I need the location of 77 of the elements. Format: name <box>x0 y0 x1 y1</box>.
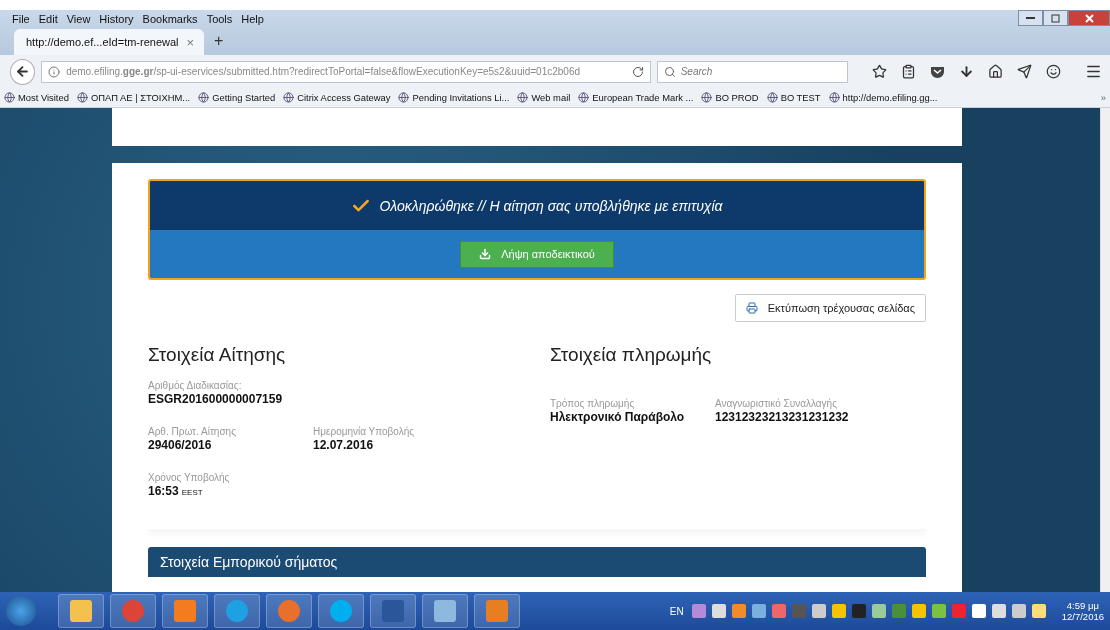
scrollbar[interactable] <box>1100 108 1110 592</box>
field-label: Αρθ. Πρωτ. Αίτησης <box>148 426 237 437</box>
globe-icon <box>517 92 529 103</box>
taskbar-app-button[interactable] <box>370 594 416 628</box>
start-button[interactable] <box>6 596 36 626</box>
printer-icon <box>745 302 758 314</box>
browser-tab[interactable]: http://demo.ef...eId=tm-renewal × <box>14 29 204 55</box>
time-zone: EEST <box>181 488 203 497</box>
bookmark-item[interactable]: European Trade Mark ... <box>578 92 694 103</box>
back-button[interactable] <box>10 58 36 85</box>
info-icon <box>48 65 61 78</box>
more-bookmarks-button[interactable]: » <box>1100 92 1106 103</box>
download-icon <box>479 248 492 260</box>
field-label: Αναγνωριστικό Συναλλαγής <box>715 398 838 409</box>
new-tab-button[interactable]: + <box>214 32 224 55</box>
taskbar-app-button[interactable] <box>58 594 104 628</box>
section-title: Στοιχεία Εμπορικού σήματος <box>160 554 338 570</box>
field-label: Αριθμός Διαδικασίας: <box>148 380 243 391</box>
success-message: Ολοκληρώθηκε // Η αίτηση σας υποβλήθηκε με επιτυχία <box>379 197 723 214</box>
bookmark-item[interactable]: BO TEST <box>766 92 821 103</box>
close-button[interactable] <box>1068 10 1110 26</box>
menu-item[interactable]: View <box>66 12 91 25</box>
field-value: 29406/2016 <box>148 438 212 452</box>
paper-plane-icon[interactable] <box>1017 64 1032 79</box>
menu-item[interactable]: Bookmarks <box>142 12 198 25</box>
globe-icon <box>398 92 410 103</box>
globe-icon <box>766 92 778 103</box>
menu-item[interactable]: Edit <box>38 12 58 25</box>
taskbar-app-button[interactable] <box>422 594 468 628</box>
pocket-icon[interactable] <box>930 64 945 79</box>
bookmark-item[interactable]: Citrix Access Gateway <box>283 92 391 103</box>
bookmark-item[interactable]: BO PROD <box>701 92 759 103</box>
field-value: 12312323213231231232 <box>715 410 849 424</box>
star-icon[interactable] <box>872 64 887 79</box>
print-button[interactable]: Εκτύπωση τρέχουσας σελίδας <box>734 294 926 322</box>
globe-icon <box>198 92 210 103</box>
tab-close-button[interactable]: × <box>186 34 194 50</box>
address-field[interactable]: demo.efiling.gge.gr/sp-ui-eservices/submitted.htm?redirectToPortal=false&flowExecutionKey=e5s2&uuid=01c2b06d <box>41 60 651 83</box>
globe-icon <box>828 92 840 103</box>
language-indicator[interactable]: EN <box>669 605 684 617</box>
bookmark-item[interactable]: Pending Invitations Li... <box>398 92 510 103</box>
menu-item[interactable]: Tools <box>206 12 233 25</box>
minimize-icon <box>1026 16 1035 20</box>
restore-icon <box>1051 13 1060 23</box>
menu-item[interactable]: History <box>99 12 134 25</box>
bookmark-item[interactable]: ΟΠΑΠ ΑΕ | ΣΤΟΙΧΗΜ... <box>76 92 191 103</box>
bookmark-item[interactable]: http://demo.efiling.gg... <box>828 92 938 103</box>
home-icon[interactable] <box>988 64 1003 79</box>
bookmark-item[interactable]: Most Visited <box>4 92 69 103</box>
field-label: Χρόνος Υποβολής <box>148 472 231 483</box>
menu-item[interactable]: Help <box>241 12 264 25</box>
bookmark-item[interactable]: Web mail <box>517 92 571 103</box>
menu-icon[interactable] <box>1085 63 1102 80</box>
field-value: Ηλεκτρονικό Παράβολο <box>550 410 685 424</box>
section-heading: Στοιχεία πληρωμής <box>550 344 713 366</box>
smiley-icon[interactable] <box>1046 64 1061 79</box>
search-field[interactable]: Search <box>656 60 848 83</box>
section-heading: Στοιχεία Αίτησης <box>148 344 287 366</box>
bookmark-item[interactable]: Getting Started <box>198 92 276 103</box>
search-icon <box>663 65 676 78</box>
field-value: ESGR201600000007159 <box>148 392 283 406</box>
minimize-button[interactable] <box>1018 10 1043 26</box>
globe-icon <box>76 92 88 103</box>
reload-icon[interactable] <box>631 65 644 78</box>
globe-icon <box>283 92 295 103</box>
field-value: 16:53 <box>148 484 179 498</box>
globe-icon <box>4 92 15 103</box>
globe-icon <box>578 92 590 103</box>
download-icon[interactable] <box>959 64 974 79</box>
field-label: Τρόπος πληρωμής <box>550 398 636 409</box>
field-value: 12.07.2016 <box>313 438 374 452</box>
close-icon <box>1084 13 1094 23</box>
clock[interactable]: 4:59 μμ 12/7/2016 <box>1061 600 1104 622</box>
field-label: Ημερομηνία Υποβολής <box>313 426 416 437</box>
clipboard-icon[interactable] <box>901 64 916 79</box>
globe-icon <box>701 92 713 103</box>
menu-item[interactable]: File <box>12 12 30 25</box>
